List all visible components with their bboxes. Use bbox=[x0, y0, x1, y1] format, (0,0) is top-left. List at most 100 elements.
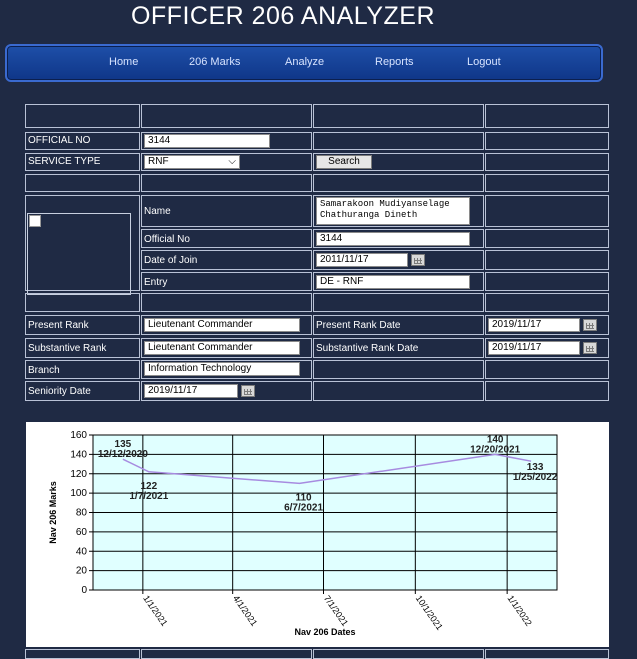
empty-cell bbox=[141, 174, 312, 192]
seniority-date-input[interactable]: 2019/11/17 bbox=[144, 384, 238, 398]
seniority-date-cell: 2019/11/17 bbox=[141, 381, 312, 401]
empty-cell bbox=[485, 272, 609, 291]
entry-input[interactable]: DE - RNF bbox=[316, 275, 470, 289]
empty-cell bbox=[313, 293, 484, 312]
search-cell: Search bbox=[313, 153, 484, 171]
empty-cell bbox=[313, 381, 484, 401]
profile-official-no-input[interactable]: 3144 bbox=[316, 232, 470, 246]
empty-cell bbox=[313, 174, 484, 192]
empty-cell bbox=[485, 360, 609, 379]
marks-line-chart: 0 20 40 60 80 100 120 140 160 1/1/2021 4/1/2021 7/1… bbox=[48, 430, 558, 637]
name-label: Name bbox=[141, 195, 312, 227]
profile-official-no-label: Official No bbox=[141, 229, 312, 248]
app-title: OFFICER 206 ANALYZER bbox=[130, 2, 436, 30]
x-tick-label: 1/1/2022 bbox=[506, 593, 534, 627]
y-tick-label: 80 bbox=[76, 508, 88, 519]
name-textarea[interactable]: Samarakoon Mudiyanselage Chathuranga Din… bbox=[316, 197, 470, 225]
date-of-join-cell: 2011/11/17 bbox=[313, 250, 484, 270]
x-tick-label: 1/1/2021 bbox=[141, 593, 169, 627]
y-tick-label: 140 bbox=[70, 449, 87, 460]
nav-206-marks[interactable]: 206 Marks bbox=[189, 56, 240, 68]
present-rank-date-cell: 2019/11/17 bbox=[485, 315, 609, 335]
seniority-date-label: Seniority Date bbox=[25, 381, 140, 401]
data-label-date: 1/25/2022 bbox=[513, 472, 558, 483]
substantive-rank-input[interactable]: Lieutenant Commander bbox=[144, 341, 300, 355]
empty-cell bbox=[485, 229, 609, 248]
empty-cell bbox=[313, 104, 484, 128]
officer-photo bbox=[27, 213, 131, 295]
y-tick-label: 60 bbox=[76, 527, 88, 538]
name-line-2: Chathuranga Dineth bbox=[320, 210, 418, 220]
y-tick-label: 0 bbox=[81, 585, 87, 596]
nav-analyze[interactable]: Analyze bbox=[285, 56, 324, 68]
profile-official-no-cell: 3144 bbox=[313, 229, 484, 248]
x-tick-label: 7/1/2021 bbox=[322, 593, 350, 627]
nav-reports[interactable]: Reports bbox=[375, 56, 414, 68]
data-label-date: 12/20/2021 bbox=[470, 444, 520, 455]
present-rank-label: Present Rank bbox=[25, 315, 140, 335]
empty-cell bbox=[485, 174, 609, 192]
date-of-join-input[interactable]: 2011/11/17 bbox=[316, 253, 408, 267]
nav-home[interactable]: Home bbox=[109, 56, 138, 68]
nav-logout[interactable]: Logout bbox=[467, 56, 501, 68]
official-no-cell: 3144 bbox=[141, 132, 312, 150]
empty-cell bbox=[313, 649, 484, 659]
present-rank-cell: Lieutenant Commander bbox=[141, 315, 312, 335]
photo-cell bbox=[25, 195, 140, 295]
y-tick-label: 100 bbox=[70, 488, 87, 499]
substantive-rank-date-input[interactable]: 2019/11/17 bbox=[488, 341, 580, 355]
data-label-date: 6/7/2021 bbox=[284, 502, 323, 513]
empty-cell bbox=[485, 132, 609, 150]
name-cell: Samarakoon Mudiyanselage Chathuranga Din… bbox=[313, 195, 484, 227]
empty-cell bbox=[485, 381, 609, 401]
broken-image-icon bbox=[29, 215, 41, 227]
service-type-value: RNF bbox=[148, 156, 169, 167]
x-tick-label: 10/1/2021 bbox=[414, 593, 445, 632]
entry-label: Entry bbox=[141, 272, 312, 291]
substantive-rank-cell: Lieutenant Commander bbox=[141, 338, 312, 358]
official-no-input[interactable]: 3144 bbox=[144, 134, 270, 148]
empty-cell bbox=[313, 360, 484, 379]
substantive-rank-label: Substantive Rank bbox=[25, 338, 140, 358]
empty-cell bbox=[141, 104, 312, 128]
name-line-1: Samarakoon Mudiyanselage bbox=[320, 199, 450, 209]
empty-cell bbox=[25, 174, 140, 192]
substantive-rank-date-cell: 2019/11/17 bbox=[485, 338, 609, 358]
x-tick-label: 4/1/2021 bbox=[231, 593, 259, 627]
y-tick-label: 160 bbox=[70, 430, 87, 441]
calendar-icon[interactable] bbox=[241, 385, 255, 397]
empty-cell bbox=[25, 293, 140, 312]
empty-cell bbox=[485, 250, 609, 270]
present-rank-date-input[interactable]: 2019/11/17 bbox=[488, 318, 580, 332]
empty-cell bbox=[485, 153, 609, 171]
branch-input[interactable]: Information Technology bbox=[144, 362, 300, 376]
date-of-join-label: Date of Join bbox=[141, 250, 312, 270]
service-type-cell: RNF ⌵ bbox=[141, 153, 312, 171]
service-type-select[interactable]: RNF ⌵ bbox=[144, 155, 240, 169]
empty-cell bbox=[141, 649, 312, 659]
nav-bar: Home 206 Marks Analyze Reports Logout bbox=[5, 44, 603, 82]
calendar-icon[interactable] bbox=[583, 319, 597, 331]
empty-cell bbox=[25, 104, 140, 128]
calendar-icon[interactable] bbox=[583, 342, 597, 354]
search-button[interactable]: Search bbox=[316, 155, 372, 169]
service-type-label: SERVICE TYPE bbox=[25, 153, 140, 171]
official-no-label: OFFICIAL NO bbox=[25, 132, 140, 150]
empty-cell bbox=[25, 649, 140, 659]
empty-cell bbox=[485, 649, 609, 659]
empty-cell bbox=[485, 195, 609, 227]
x-axis-label: Nav 206 Dates bbox=[294, 627, 355, 637]
y-tick-label: 20 bbox=[76, 566, 88, 577]
substantive-rank-date-label: Substantive Rank Date bbox=[313, 338, 484, 358]
branch-cell: Information Technology bbox=[141, 360, 312, 379]
branch-label: Branch bbox=[25, 360, 140, 379]
data-label-date: 12/12/2020 bbox=[98, 449, 148, 460]
calendar-icon[interactable] bbox=[411, 254, 425, 266]
y-tick-label: 40 bbox=[76, 546, 88, 557]
y-tick-label: 120 bbox=[70, 469, 87, 480]
empty-cell bbox=[485, 104, 609, 128]
present-rank-input[interactable]: Lieutenant Commander bbox=[144, 318, 300, 332]
present-rank-date-label: Present Rank Date bbox=[313, 315, 484, 335]
entry-cell: DE - RNF bbox=[313, 272, 484, 291]
empty-cell bbox=[485, 293, 609, 312]
